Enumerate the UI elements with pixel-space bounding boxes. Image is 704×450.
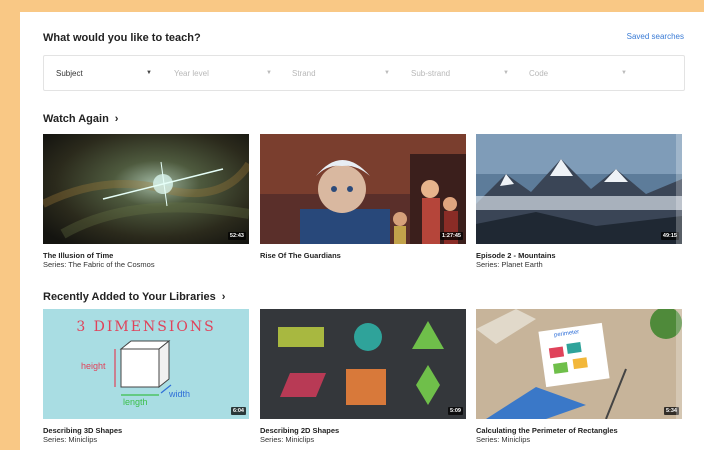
duration-badge: 1:27:45 xyxy=(440,232,463,240)
strand-dropdown[interactable]: Strand ▼ xyxy=(292,56,402,90)
video-title[interactable]: Describing 2D Shapes xyxy=(260,426,466,435)
video-thumbnail[interactable]: 49:15 xyxy=(476,134,682,244)
video-series: Series: Miniclips xyxy=(43,435,98,444)
duration-badge: 5:09 xyxy=(447,407,463,415)
video-thumbnail[interactable]: perimeter 5:34 xyxy=(476,309,682,419)
video-thumbnail[interactable]: 52:43 xyxy=(43,134,249,244)
sub-strand-dropdown[interactable]: Sub-strand ▼ xyxy=(411,56,521,90)
chevron-down-icon: ▼ xyxy=(266,70,272,76)
video-title[interactable]: Episode 2 - Mountains xyxy=(476,251,682,260)
2d-shapes-thumbnail-image xyxy=(260,309,466,419)
strand-dropdown-label: Strand xyxy=(292,68,316,78)
video-title[interactable]: Rise Of The Guardians xyxy=(260,251,466,260)
cosmos-thumbnail-image xyxy=(43,134,249,244)
video-card[interactable]: 5:09 Describing 2D Shapes Series: Minicl… xyxy=(260,309,466,444)
code-dropdown[interactable]: Code ▼ xyxy=(529,56,639,90)
chevron-right-icon: › xyxy=(221,291,226,303)
year-level-dropdown-label: Year level xyxy=(174,68,209,78)
chevron-down-icon: ▼ xyxy=(621,70,627,76)
video-card[interactable]: perimeter 5:34 Calculating the Perimeter… xyxy=(476,309,682,444)
chevron-right-icon: › xyxy=(114,113,119,125)
video-title[interactable]: The Illusion of Time xyxy=(43,251,249,260)
video-title[interactable]: Calculating the Perimeter of Rectangles xyxy=(476,426,682,435)
video-card[interactable]: 3 DIMENSIONS height length width 6:04 De… xyxy=(43,309,249,444)
duration-badge: 6:04 xyxy=(230,407,246,415)
video-card[interactable]: 1:27:45 Rise Of The Guardians xyxy=(260,134,466,260)
duration-badge: 52:43 xyxy=(227,232,246,240)
content-panel: What would you like to teach? Saved sear… xyxy=(20,12,704,450)
subject-dropdown[interactable]: Subject ▼ xyxy=(56,56,166,90)
carousel-next-button[interactable]: › xyxy=(676,309,704,419)
3d-shapes-heading-text: 3 DIMENSIONS xyxy=(76,319,216,335)
filter-bar: Subject ▼ Year level ▼ Strand ▼ Sub-stra… xyxy=(43,55,685,91)
mountains-thumbnail-image xyxy=(476,134,682,244)
video-series: Series: The Fabric of the Cosmos xyxy=(43,260,155,269)
video-series: Series: Miniclips xyxy=(476,435,531,444)
chevron-down-icon: ▼ xyxy=(146,70,152,76)
year-level-dropdown[interactable]: Year level ▼ xyxy=(174,56,284,90)
video-thumbnail[interactable]: 5:09 xyxy=(260,309,466,419)
video-card[interactable]: 52:43 The Illusion of Time Series: The F… xyxy=(43,134,249,269)
width-label-text: width xyxy=(169,389,191,399)
chevron-right-icon: › xyxy=(687,178,693,199)
guardians-thumbnail-image xyxy=(260,134,466,244)
chevron-down-icon: ▼ xyxy=(384,70,390,76)
carousel-next-button[interactable]: › xyxy=(676,134,704,244)
recently-added-heading[interactable]: Recently Added to Your Libraries › xyxy=(43,291,225,303)
saved-searches-link[interactable]: Saved searches xyxy=(627,32,684,41)
subject-dropdown-label: Subject xyxy=(56,68,83,78)
code-dropdown-label: Code xyxy=(529,68,549,78)
height-label-text: height xyxy=(81,361,106,371)
video-thumbnail[interactable]: 1:27:45 xyxy=(260,134,466,244)
video-thumbnail[interactable]: 3 DIMENSIONS height length width 6:04 xyxy=(43,309,249,419)
perimeter-thumbnail-image xyxy=(476,309,682,419)
video-series: Series: Miniclips xyxy=(260,435,315,444)
watch-again-heading[interactable]: Watch Again › xyxy=(43,113,118,125)
video-series: Series: Planet Earth xyxy=(476,260,543,269)
recently-added-title: Recently Added to Your Libraries xyxy=(43,291,216,303)
chevron-right-icon: › xyxy=(687,353,693,374)
video-title[interactable]: Describing 3D Shapes xyxy=(43,426,249,435)
length-label-text: length xyxy=(123,397,148,407)
page-title: What would you like to teach? xyxy=(43,32,201,44)
watch-again-title: Watch Again xyxy=(43,113,109,125)
sub-strand-dropdown-label: Sub-strand xyxy=(411,68,451,78)
chevron-down-icon: ▼ xyxy=(503,70,509,76)
video-card[interactable]: 49:15 Episode 2 - Mountains Series: Plan… xyxy=(476,134,682,269)
